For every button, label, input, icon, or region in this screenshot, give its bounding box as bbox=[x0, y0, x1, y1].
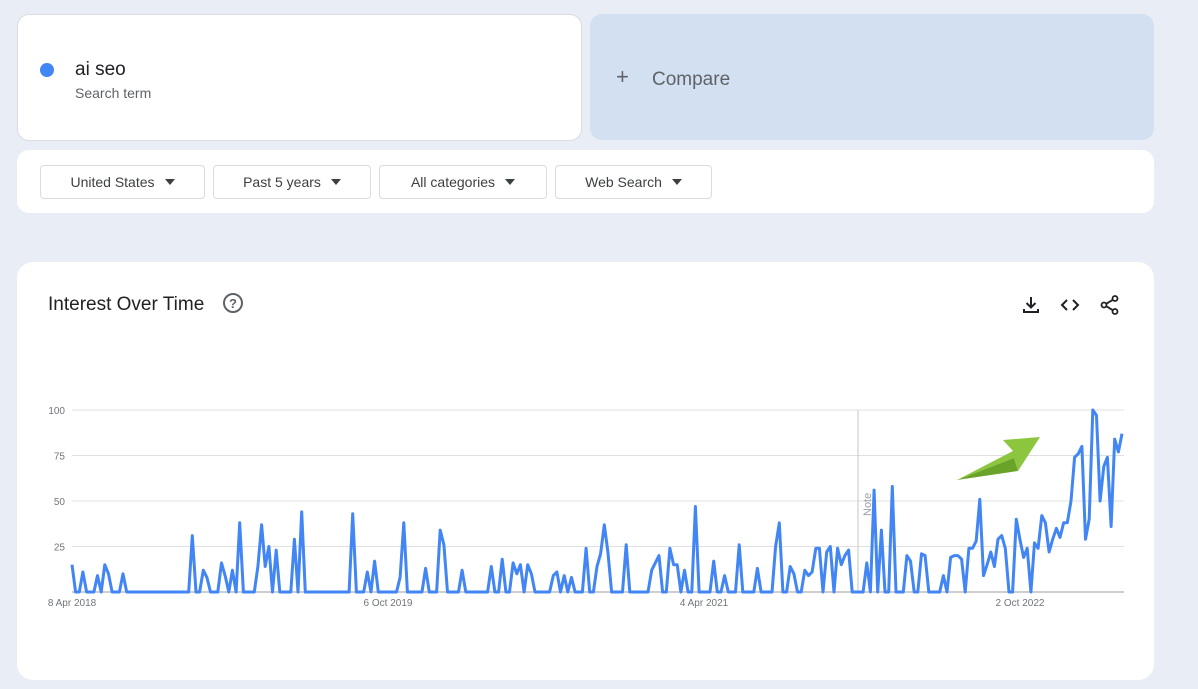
x-tick-label: 2 Oct 2022 bbox=[996, 598, 1045, 609]
green-arrow-annotation bbox=[957, 437, 1040, 480]
x-tick-label: 6 Oct 2019 bbox=[364, 598, 413, 609]
y-tick-label: 50 bbox=[54, 497, 66, 508]
y-tick-label: 100 bbox=[48, 406, 65, 417]
interest-line-chart: 100755025 Note 8 Apr 2018 6 Oct 2019 4 Apr… bbox=[48, 406, 1124, 609]
x-tick-label: 8 Apr 2018 bbox=[48, 598, 97, 609]
y-tick-label: 75 bbox=[54, 452, 66, 463]
y-tick-label: 25 bbox=[54, 543, 66, 554]
x-tick-label: 4 Apr 2021 bbox=[680, 598, 729, 609]
